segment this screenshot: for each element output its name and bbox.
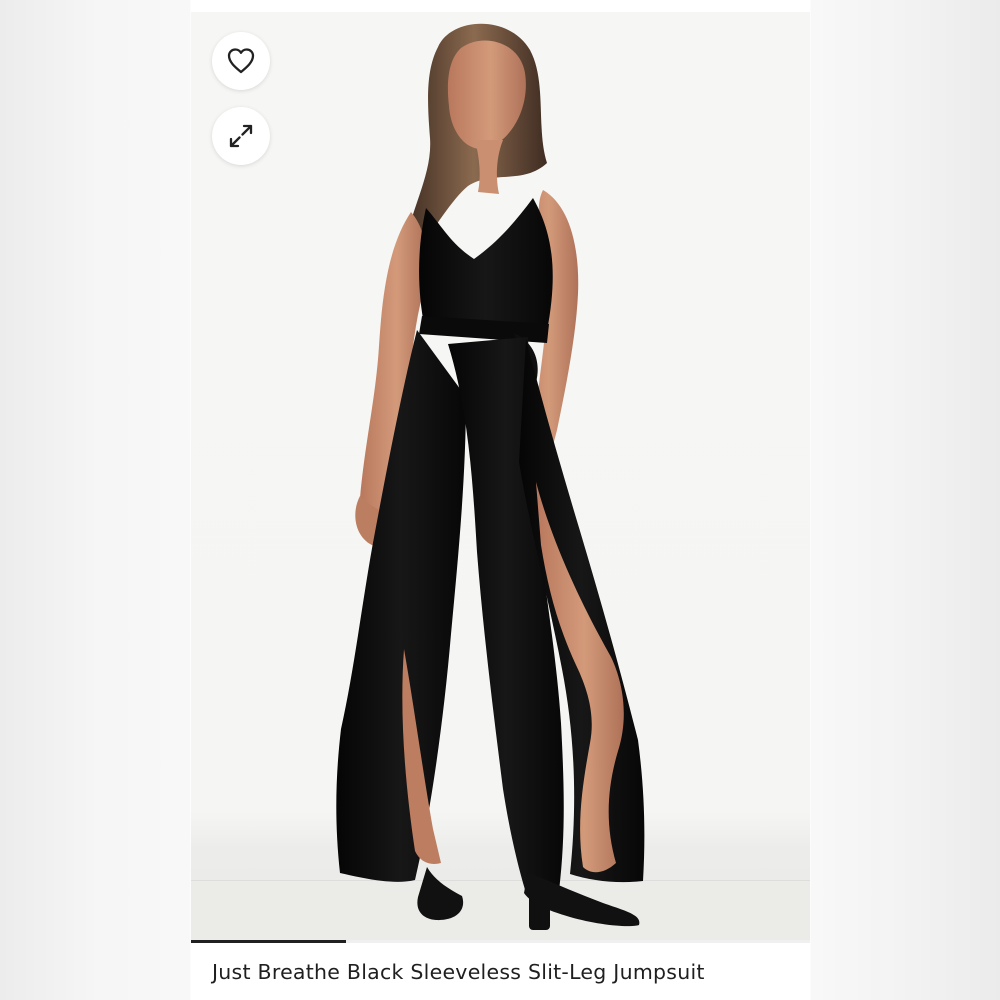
favorite-button[interactable] <box>212 32 270 90</box>
right-heel <box>529 890 550 930</box>
model-illustration <box>336 23 645 930</box>
heart-icon <box>227 48 255 74</box>
product-image[interactable] <box>191 12 810 942</box>
expand-button[interactable] <box>212 107 270 165</box>
product-card: Just Breathe Black Sleeveless Slit-Leg J… <box>191 12 810 1000</box>
product-title-row: Just Breathe Black Sleeveless Slit-Leg J… <box>191 943 810 1000</box>
left-shoe <box>417 867 464 921</box>
left-leg-panel <box>336 330 466 882</box>
expand-arrows-icon <box>229 124 253 148</box>
app-screen: Just Breathe Black Sleeveless Slit-Leg J… <box>0 0 1000 1000</box>
product-title: Just Breathe Black Sleeveless Slit-Leg J… <box>212 959 705 984</box>
